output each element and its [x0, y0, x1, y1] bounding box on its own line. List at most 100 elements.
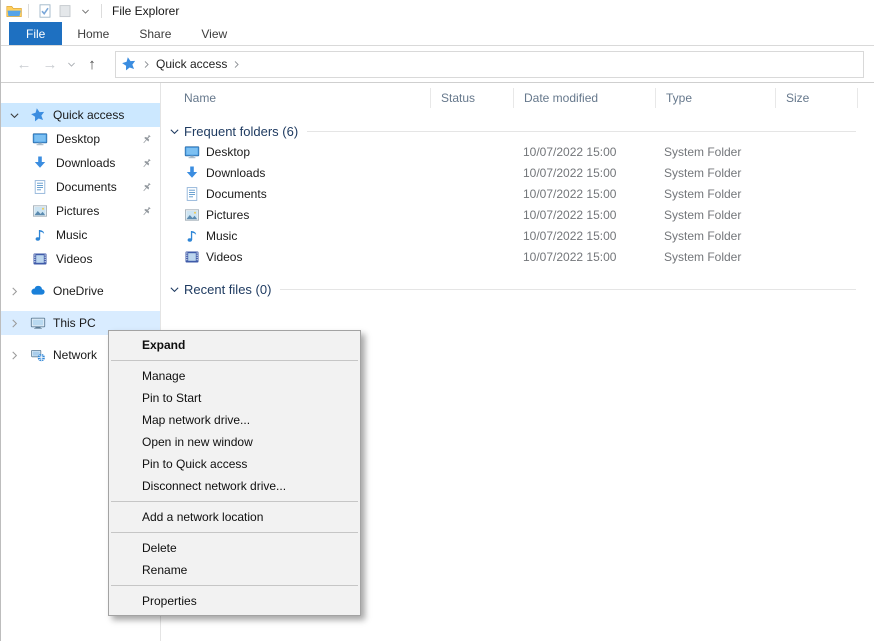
context-menu-item-label: Properties [142, 594, 197, 608]
pin-icon [140, 109, 153, 122]
folder-icon [184, 249, 200, 265]
context-menu-item[interactable]: Manage [109, 365, 360, 387]
pin-icon [140, 205, 153, 218]
qat-new-folder-button[interactable] [55, 1, 75, 21]
qat-properties-button[interactable] [35, 1, 55, 21]
context-menu-item-label: Map network drive... [142, 413, 250, 427]
context-menu-item-label: Delete [142, 541, 177, 555]
file-name: Documents [206, 187, 267, 201]
up-button[interactable]: ↑ [79, 57, 105, 72]
file-type: System Folder [656, 187, 776, 201]
context-menu-item[interactable]: Pin to Start [109, 387, 360, 409]
file-name-cell: Downloads [161, 165, 431, 181]
ribbon-tab-label: Home [77, 27, 109, 41]
column-header-label: Status [441, 91, 475, 105]
sidebar-item-icon [32, 131, 48, 147]
context-menu-item-label: Add a network location [142, 510, 263, 524]
column-header-label: Date modified [524, 91, 598, 105]
context-menu-item[interactable]: Properties [109, 590, 360, 612]
sidebar-item-label: Desktop [56, 132, 100, 146]
group-header-recent-files[interactable]: Recent files (0) [168, 279, 856, 299]
sidebar-item[interactable]: OneDrive [1, 279, 160, 303]
expander-chevron-icon[interactable] [8, 157, 21, 170]
sidebar-item[interactable]: Downloads [1, 151, 160, 175]
expander-chevron-icon[interactable] [8, 229, 21, 242]
explorer-logo-icon[interactable] [6, 3, 22, 19]
sidebar-item[interactable]: Quick access [1, 103, 160, 127]
sidebar-item-label: Network [53, 348, 97, 362]
navigation-bar: ← → ↑ Quick access [1, 46, 874, 83]
context-menu-item[interactable]: Map network drive... [109, 409, 360, 431]
column-header[interactable]: Date modified [514, 88, 656, 108]
sidebar-item[interactable]: Pictures [1, 199, 160, 223]
forward-button[interactable]: → [37, 57, 63, 72]
folder-icon [184, 186, 200, 202]
context-menu-item[interactable]: Rename [109, 559, 360, 581]
sidebar-item-label: Videos [56, 252, 92, 266]
file-name-cell: Documents [161, 186, 431, 202]
ribbon-tab[interactable]: File [9, 22, 62, 45]
sidebar-item-label: Downloads [56, 156, 115, 170]
file-name: Desktop [206, 145, 250, 159]
ribbon-tab[interactable]: Share [124, 22, 186, 45]
file-row[interactable]: Downloads 10/07/2022 15:00 System Folder [161, 162, 874, 183]
file-row[interactable]: Documents 10/07/2022 15:00 System Folder [161, 183, 874, 204]
breadcrumb-location[interactable]: Quick access [156, 57, 227, 71]
column-header[interactable]: Status [431, 88, 514, 108]
expander-chevron-icon[interactable] [8, 109, 21, 122]
sidebar-item-label: Music [56, 228, 87, 242]
recent-locations-button[interactable] [63, 59, 79, 70]
file-type: System Folder [656, 229, 776, 243]
expander-chevron-icon[interactable] [8, 285, 21, 298]
sidebar-item[interactable]: Videos [1, 247, 160, 271]
sidebar-item-icon [32, 203, 48, 219]
back-button[interactable]: ← [11, 57, 37, 72]
sidebar-item[interactable]: Documents [1, 175, 160, 199]
expander-chevron-icon[interactable] [8, 133, 21, 146]
chevron-down-icon [66, 59, 77, 70]
chevron-right-icon[interactable] [141, 59, 152, 70]
file-row[interactable]: Music 10/07/2022 15:00 System Folder [161, 225, 874, 246]
expander-chevron-icon[interactable] [8, 349, 21, 362]
context-menu-item-label: Expand [142, 338, 185, 352]
context-menu-item[interactable]: Disconnect network drive... [109, 475, 360, 497]
folder-icon [184, 207, 200, 223]
context-menu-item[interactable]: Open in new window [109, 431, 360, 453]
column-header[interactable]: Size [776, 88, 858, 108]
sidebar-item-icon [32, 179, 48, 195]
chevron-down-icon[interactable] [168, 283, 181, 296]
column-header[interactable]: Type [656, 88, 776, 108]
file-explorer-window: File Explorer File Home Share View ← → ↑… [0, 0, 874, 641]
file-row[interactable]: Desktop 10/07/2022 15:00 System Folder [161, 141, 874, 162]
context-menu-item[interactable]: Delete [109, 537, 360, 559]
expander-chevron-icon[interactable] [8, 317, 21, 330]
ribbon-tab[interactable]: Home [62, 22, 124, 45]
file-name: Videos [206, 250, 242, 264]
expander-chevron-icon[interactable] [8, 205, 21, 218]
column-header[interactable]: Name [161, 88, 431, 108]
ribbon-tab[interactable]: View [186, 22, 242, 45]
sidebar-item-label: This PC [53, 316, 96, 330]
address-bar[interactable]: Quick access [115, 51, 864, 78]
sidebar-item[interactable]: Desktop [1, 127, 160, 151]
context-menu-item[interactable]: Expand [109, 334, 360, 356]
expander-chevron-icon[interactable] [8, 181, 21, 194]
file-row[interactable]: Pictures 10/07/2022 15:00 System Folder [161, 204, 874, 225]
new-folder-icon [57, 3, 73, 19]
context-menu-item[interactable]: Pin to Quick access [109, 453, 360, 475]
sidebar-item[interactable]: Music [1, 223, 160, 247]
file-date-modified: 10/07/2022 15:00 [514, 145, 656, 159]
chevron-down-icon[interactable] [168, 125, 181, 138]
pin-icon [140, 133, 153, 146]
file-type: System Folder [656, 208, 776, 222]
context-menu-item[interactable]: Add a network location [109, 506, 360, 528]
folder-icon [184, 228, 200, 244]
qat-customize-button[interactable] [75, 1, 95, 21]
file-row[interactable]: Videos 10/07/2022 15:00 System Folder [161, 246, 874, 267]
chevron-right-icon[interactable] [231, 59, 242, 70]
pin-icon [140, 157, 153, 170]
context-menu-item-label: Pin to Quick access [142, 457, 247, 471]
expander-chevron-icon[interactable] [8, 253, 21, 266]
group-header-frequent-folders[interactable]: Frequent folders (6) [168, 121, 856, 141]
pin-icon [140, 229, 153, 242]
